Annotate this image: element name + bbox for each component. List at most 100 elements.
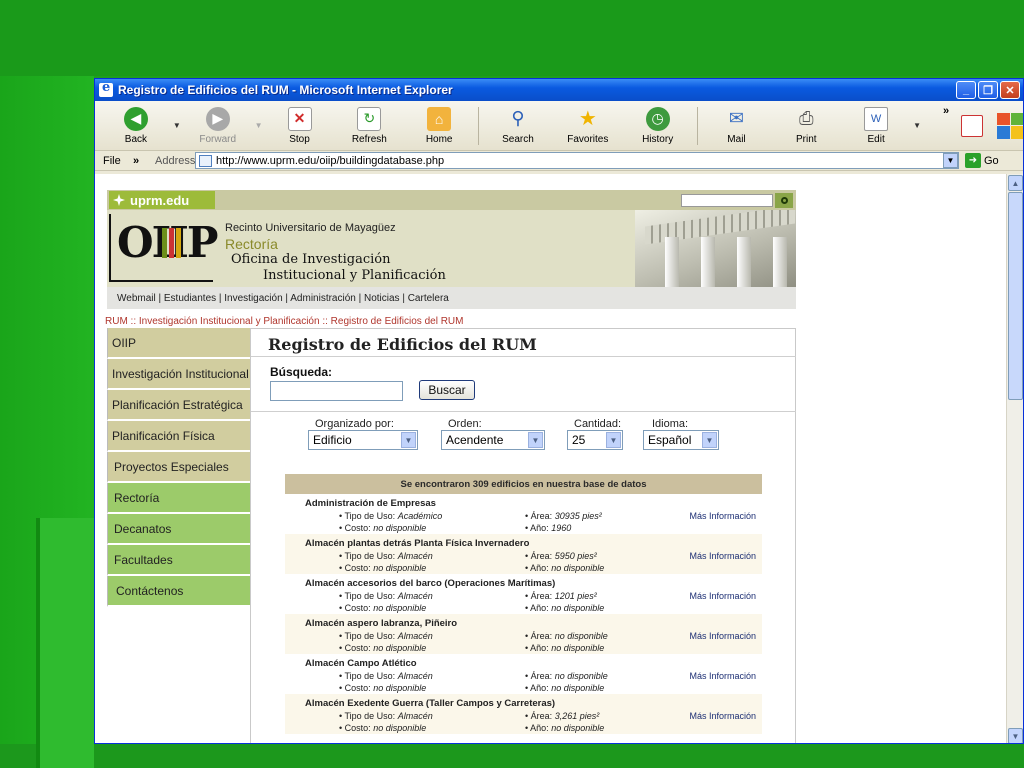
costo-value: no disponible — [373, 563, 427, 573]
area-value: no disponible — [554, 671, 608, 681]
star-icon: ★ — [578, 108, 597, 130]
back-dropdown-icon[interactable]: ▼ — [171, 121, 183, 130]
ano-label: • Año: — [525, 523, 549, 533]
stop-label: Stop — [289, 133, 310, 145]
search-label: Search — [502, 133, 534, 145]
pdf-icon[interactable] — [961, 114, 984, 137]
results-header: Se encontraron 309 edificios en nuestra … — [285, 474, 762, 494]
building-name: Almacén aspero labranza, Piñeiro — [305, 618, 458, 629]
go-arrow-icon: ➜ — [965, 153, 981, 168]
idioma-label: Idioma: — [652, 418, 689, 430]
tipo-value: Almacén — [397, 551, 433, 561]
site-search-input[interactable] — [681, 194, 773, 207]
history-button[interactable]: ◷ History — [623, 106, 693, 145]
scroll-down-icon[interactable]: ▼ — [1008, 728, 1023, 743]
mas-informacion-link[interactable]: Más Información — [689, 671, 756, 681]
home-button[interactable]: ⌂ Home — [404, 106, 474, 145]
ano-label: • Año: — [525, 723, 549, 733]
nav-item-oiip[interactable]: OIIP — [107, 328, 250, 359]
chevron-down-icon: ▼ — [606, 432, 621, 448]
idioma-select[interactable]: Español ▼ — [643, 430, 719, 450]
ano-value: no disponible — [551, 563, 605, 573]
maximize-button[interactable]: ❐ — [978, 81, 998, 99]
ano-label: • Año: — [525, 603, 549, 613]
menu-chevron-icon[interactable]: » — [133, 155, 155, 167]
nav-item-investigacion[interactable]: Investigación Institucional — [107, 359, 250, 390]
address-url[interactable]: http://www.uprm.edu/oiip/buildingdatabas… — [216, 155, 943, 167]
nav-item-proyectos[interactable]: Proyectos Especiales — [107, 452, 250, 483]
favorites-button[interactable]: ★ Favorites — [553, 107, 623, 145]
tipo-value: Almacén — [397, 631, 433, 641]
area-value: 1201 pies² — [554, 591, 597, 601]
tipo-label: • Tipo de Uso: — [339, 591, 396, 601]
list-item: Almacén plantas detrás Planta Física Inv… — [285, 534, 762, 574]
edit-dropdown-icon[interactable]: ▼ — [911, 121, 923, 130]
close-button[interactable]: ✕ — [1000, 81, 1020, 99]
printer-icon: ⎙ — [799, 108, 814, 128]
scroll-up-icon[interactable]: ▲ — [1008, 175, 1023, 191]
divider — [251, 356, 796, 357]
nav-item-facultades[interactable]: Facultades — [107, 545, 250, 576]
vertical-scrollbar[interactable]: ▲ ▼ — [1006, 174, 1023, 743]
toolbar-chevron-icon[interactable]: » — [943, 105, 949, 117]
mas-informacion-link[interactable]: Más Información — [689, 711, 756, 721]
area-value: 3,261 pies² — [554, 711, 600, 721]
cantidad-select[interactable]: 25 ▼ — [567, 430, 623, 450]
nav-item-planificacion-estrategica[interactable]: Planificación Estratégica — [107, 390, 250, 421]
page-icon — [199, 154, 212, 167]
site-top-nav[interactable]: Webmail | Estudiantes | Investigación | … — [107, 287, 796, 309]
go-button[interactable]: ➜ Go — [965, 153, 999, 168]
oiip-logo[interactable]: OIIP — [109, 214, 218, 282]
search-icon: ⚲ — [511, 108, 525, 128]
page-title: Registro de Edificios del RUM — [268, 335, 537, 354]
refresh-icon: ↻ — [357, 106, 382, 131]
nav-item-planificacion-fisica[interactable]: Planificación Física — [107, 421, 250, 452]
search-input[interactable] — [270, 381, 403, 401]
mas-informacion-link[interactable]: Más Información — [689, 631, 756, 641]
search-button[interactable]: ⚲ Search — [483, 107, 553, 145]
address-dropdown-icon[interactable]: ▼ — [943, 153, 958, 168]
browser-toolbar: ◀ Back ▼ ▶ Forward ▼ ✕ Stop ↻ Refresh ⌂ … — [95, 101, 1023, 151]
title-bar[interactable]: Registro de Edificios del RUM - Microsof… — [95, 79, 1023, 101]
costo-label: • Costo: — [339, 723, 371, 733]
forward-dropdown-icon[interactable]: ▼ — [253, 121, 265, 130]
stop-button[interactable]: ✕ Stop — [265, 106, 335, 145]
organizado-select[interactable]: Edificio ▼ — [308, 430, 418, 450]
desktop-background-bottom — [0, 744, 1024, 768]
ano-value: no disponible — [551, 683, 605, 693]
address-input[interactable]: http://www.uprm.edu/oiip/buildingdatabas… — [195, 152, 959, 169]
nav-item-contactenos[interactable]: Contáctenos — [107, 576, 250, 607]
edit-icon: W — [864, 106, 889, 131]
tipo-label: • Tipo de Uso: — [339, 551, 396, 561]
buscar-button[interactable]: Buscar — [419, 380, 475, 400]
orden-select[interactable]: Acendente ▼ — [441, 430, 545, 450]
orden-value: Acendente — [446, 433, 504, 447]
forward-button[interactable]: ▶ Forward — [183, 106, 253, 145]
costo-label: • Costo: — [339, 563, 371, 573]
nav-item-rectoria[interactable]: Rectoría — [107, 483, 250, 514]
tipo-value: Almacén — [397, 591, 433, 601]
nav-item-decanatos[interactable]: Decanatos — [107, 514, 250, 545]
mas-informacion-link[interactable]: Más Información — [689, 551, 756, 561]
site-search-button[interactable] — [775, 193, 793, 208]
edit-button[interactable]: W Edit — [841, 106, 911, 145]
tipo-label: • Tipo de Uso: — [339, 711, 396, 721]
orden-label: Orden: — [448, 418, 482, 430]
refresh-button[interactable]: ↻ Refresh — [334, 106, 404, 145]
back-button[interactable]: ◀ Back — [101, 106, 171, 145]
breadcrumb[interactable]: RUM :: Investigación Institucional y Pla… — [105, 316, 463, 327]
area-label: • Área: — [525, 711, 553, 721]
uprm-logo[interactable]: uprm.edu — [109, 191, 215, 209]
mail-button[interactable]: ✉ Mail — [702, 107, 772, 145]
go-label: Go — [984, 154, 999, 167]
mail-label: Mail — [727, 133, 746, 145]
mas-informacion-link[interactable]: Más Información — [689, 511, 756, 521]
favorites-label: Favorites — [567, 133, 609, 145]
ano-value: 1960 — [551, 523, 572, 533]
file-menu[interactable]: File — [103, 155, 133, 167]
print-button[interactable]: ⎙ Print — [771, 107, 841, 145]
minimize-button[interactable]: _ — [956, 81, 976, 99]
mas-informacion-link[interactable]: Más Información — [689, 591, 756, 601]
scroll-thumb[interactable] — [1008, 192, 1023, 400]
list-item: Almacén accesorios del barco (Operacione… — [285, 574, 762, 614]
